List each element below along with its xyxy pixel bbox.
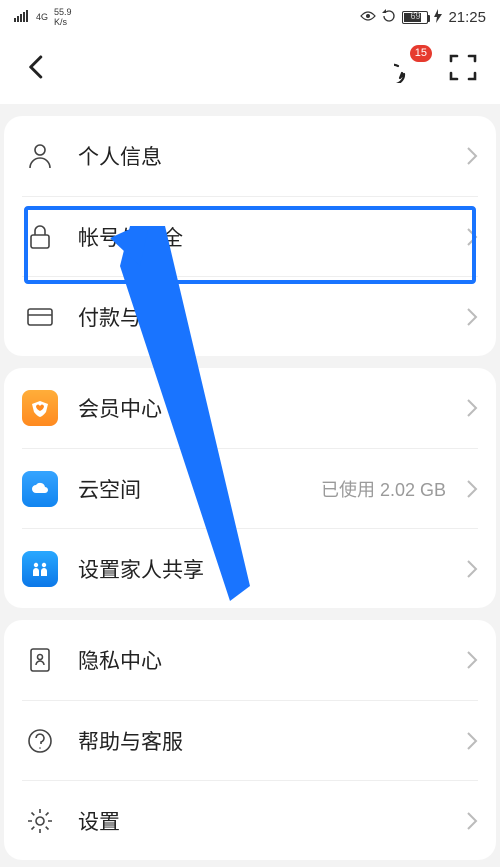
chevron-right-icon <box>466 559 478 579</box>
refresh-icon <box>382 9 396 26</box>
chevron-right-icon <box>466 307 478 327</box>
row-label: 隐私中心 <box>78 645 446 675</box>
chevron-right-icon <box>466 227 478 247</box>
chevron-right-icon <box>466 479 478 499</box>
chevron-right-icon <box>466 146 478 166</box>
chevron-right-icon <box>466 398 478 418</box>
row-member[interactable]: 会员中心 <box>22 368 478 448</box>
clock-time: 21:25 <box>448 9 486 26</box>
network-icon <box>14 10 30 25</box>
row-family[interactable]: 设置家人共享 <box>22 528 478 608</box>
row-security[interactable]: 帐号与安全 <box>22 196 478 276</box>
family-icon <box>22 551 58 587</box>
row-label: 个人信息 <box>78 141 446 171</box>
eye-icon <box>360 10 376 25</box>
help-icon <box>22 723 58 759</box>
row-label: 设置 <box>78 806 446 836</box>
row-privacy[interactable]: 隐私中心 <box>22 620 478 700</box>
chevron-right-icon <box>466 811 478 831</box>
section-system: 隐私中心 帮助与客服 设置 <box>4 620 496 860</box>
messages-button[interactable]: 15 <box>394 51 426 88</box>
row-settings[interactable]: 设置 <box>22 780 478 860</box>
row-label: 会员中心 <box>78 393 446 423</box>
nav-bar: 15 <box>0 34 500 104</box>
row-label: 云空间 <box>78 474 301 504</box>
privacy-icon <box>22 642 58 678</box>
person-icon <box>22 138 58 174</box>
section-account: 个人信息 帐号与安全 付款与账单 <box>4 116 496 356</box>
back-button[interactable] <box>22 52 52 87</box>
section-services: 会员中心 云空间 已使用 2.02 GB 设置家人共享 <box>4 368 496 608</box>
card-icon <box>22 299 58 335</box>
row-payment[interactable]: 付款与账单 <box>22 276 478 356</box>
row-label: 付款与账单 <box>78 302 446 332</box>
row-help[interactable]: 帮助与客服 <box>22 700 478 780</box>
row-value: 已使用 2.02 GB <box>321 476 446 502</box>
net-speed: 55.9 K/s <box>54 7 72 27</box>
gear-icon <box>22 803 58 839</box>
network-label: 4G <box>36 13 48 22</box>
row-profile[interactable]: 个人信息 <box>22 116 478 196</box>
row-label: 帐号与安全 <box>78 222 446 252</box>
heart-shield-icon <box>22 390 58 426</box>
messages-badge: 15 <box>410 45 432 62</box>
row-cloud[interactable]: 云空间 已使用 2.02 GB <box>22 448 478 528</box>
cloud-icon <box>22 471 58 507</box>
bolt-icon <box>434 9 442 26</box>
chevron-right-icon <box>466 650 478 670</box>
scan-button[interactable] <box>448 52 478 87</box>
row-label: 设置家人共享 <box>78 554 446 584</box>
battery-icon: 69 <box>402 11 428 24</box>
row-label: 帮助与客服 <box>78 726 446 756</box>
chevron-right-icon <box>466 731 478 751</box>
status-bar: 4G 55.9 K/s 69 21:25 <box>0 0 500 34</box>
lock-icon <box>22 219 58 255</box>
